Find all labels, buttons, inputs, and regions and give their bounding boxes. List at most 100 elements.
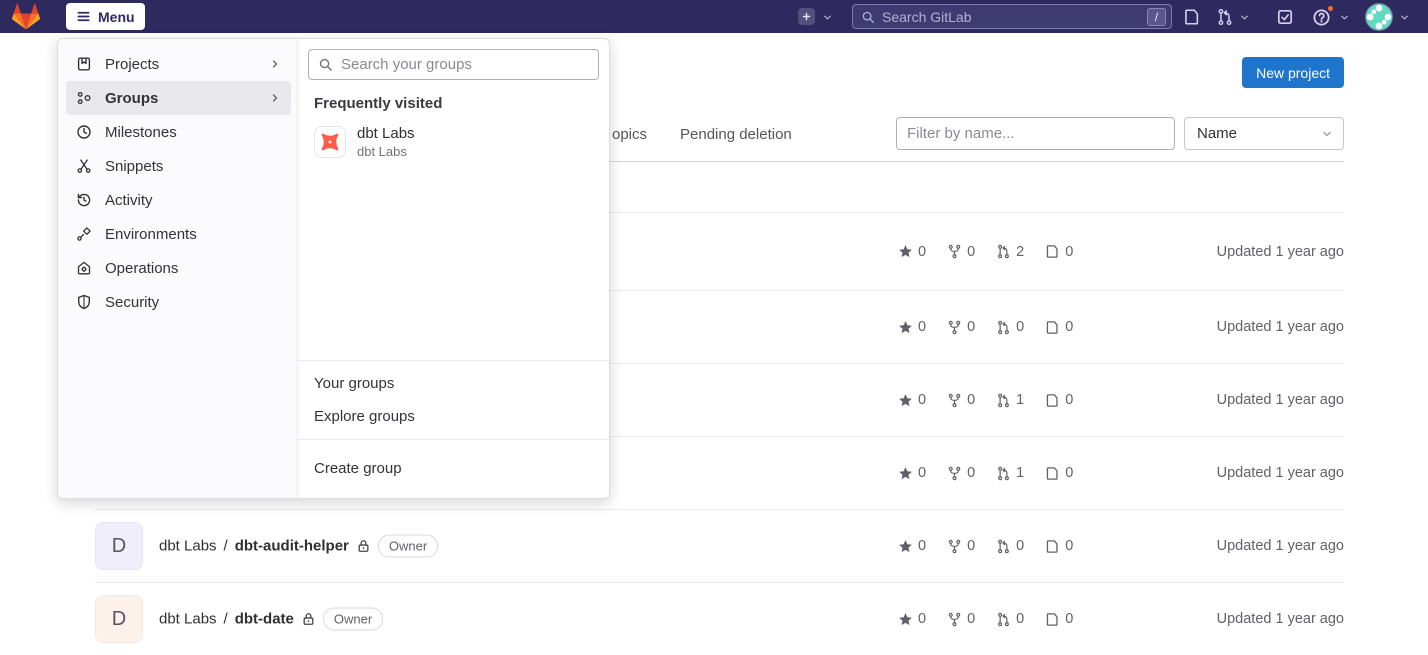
tab-pending-deletion[interactable]: Pending deletion [680,126,792,143]
merge-requests-stat[interactable]: 0 [996,538,1024,554]
updated-timestamp: Updated 1 year ago [1217,611,1344,627]
search-groups-input[interactable]: Search your groups [308,49,599,80]
merge-requests-stat[interactable]: 2 [996,244,1024,260]
menu-item-milestones[interactable]: Milestones [66,115,291,149]
forks-stat[interactable]: 0 [947,465,975,481]
project-icon [76,56,92,72]
filter-by-name-input[interactable] [896,117,1175,150]
forks-stat[interactable]: 0 [947,392,975,408]
menu-item-environments[interactable]: Environments [66,217,291,251]
project-stats: 0 0 0 0 [898,319,1073,335]
issues-stat[interactable]: 0 [1045,392,1073,408]
menu-item-snippets[interactable]: Snippets [66,149,291,183]
merge-request-icon [996,244,1011,259]
search-placeholder: Search GitLab [882,9,1140,25]
issues-icon[interactable] [1183,8,1201,26]
new-menu-button[interactable] [798,8,815,25]
merge-request-icon [996,320,1011,335]
frequent-group-dbt-labs[interactable]: dbt Labs dbt Labs [314,125,593,159]
frequently-visited-heading: Frequently visited [314,95,593,112]
stars-stat[interactable]: 0 [898,465,926,481]
merge-requests-stat[interactable]: 0 [996,611,1024,627]
chevron-down-icon [1321,128,1333,140]
shield-icon [76,294,92,310]
menu-item-operations[interactable]: Operations [66,251,291,285]
owner-badge: Owner [378,535,438,558]
stars-stat[interactable]: 0 [898,611,926,627]
merge-requests-icon[interactable] [1216,8,1234,26]
fork-icon [947,466,962,481]
project-title: dbt-audit-helper [235,538,349,555]
star-icon [898,393,913,408]
your-groups-link[interactable]: Your groups [298,367,609,400]
gitlab-logo-icon[interactable] [12,3,40,30]
table-row: D dbt Labs / dbt-audit-helper Owner 0 0 … [95,509,1344,582]
star-icon [898,539,913,554]
issues-stat[interactable]: 0 [1045,611,1073,627]
issues-stat[interactable]: 0 [1045,465,1073,481]
issues-stat[interactable]: 0 [1045,319,1073,335]
sort-dropdown[interactable]: Name [1184,117,1344,150]
updated-timestamp: Updated 1 year ago [1217,465,1344,481]
owner-badge: Owner [323,608,383,631]
forks-stat[interactable]: 0 [947,244,975,260]
user-avatar[interactable] [1366,4,1392,30]
project-stats: 0 0 0 0 [898,611,1073,627]
create-group-link[interactable]: Create group [298,446,609,490]
menu-item-groups[interactable]: Groups [66,81,291,115]
menu-items-column: Projects Groups Milestones Snippets Acti… [58,39,298,498]
menu-item-projects[interactable]: Projects [66,47,291,81]
namespace-separator: / [224,611,228,628]
fork-icon [947,244,962,259]
issues-icon [1045,393,1060,408]
operations-icon [76,260,92,276]
hamburger-icon [76,9,91,24]
issues-stat[interactable]: 0 [1045,538,1073,554]
project-title: dbt-date [235,611,294,628]
merge-request-icon [996,539,1011,554]
stars-stat[interactable]: 0 [898,392,926,408]
groups-icon [76,90,92,106]
project-stats: 0 0 1 0 [898,392,1073,408]
explore-groups-link[interactable]: Explore groups [298,400,609,433]
forks-stat[interactable]: 0 [947,611,975,627]
clock-icon [76,124,92,140]
tab-topics[interactable]: opics [612,126,647,143]
menu-item-activity[interactable]: Activity [66,183,291,217]
merge-request-icon [996,393,1011,408]
issues-icon [1045,612,1060,627]
menu-button[interactable]: Menu [66,3,145,30]
merge-requests-chevron-down-icon[interactable] [1239,12,1250,23]
table-row: D dbt Labs / dbt-date Owner 0 0 0 0 Upda… [95,582,1344,655]
merge-requests-stat[interactable]: 1 [996,465,1024,481]
forks-stat[interactable]: 0 [947,319,975,335]
project-name[interactable]: dbt Labs / dbt-date Owner [159,608,383,631]
fork-icon [947,539,962,554]
stars-stat[interactable]: 0 [898,244,926,260]
stars-stat[interactable]: 0 [898,319,926,335]
user-menu-chevron-down-icon[interactable] [1399,12,1410,23]
search-shortcut-key: / [1147,8,1166,26]
issues-stat[interactable]: 0 [1045,244,1073,260]
global-search-field[interactable]: Search GitLab / [852,4,1172,29]
project-avatar[interactable]: D [95,595,143,643]
project-name[interactable]: dbt Labs / dbt-audit-helper Owner [159,535,438,558]
project-namespace: dbt Labs [159,538,217,555]
new-menu-chevron-down-icon[interactable] [822,12,833,23]
merge-requests-stat[interactable]: 1 [996,392,1024,408]
search-groups-placeholder: Search your groups [341,56,472,73]
fork-icon [947,320,962,335]
help-chevron-down-icon[interactable] [1339,12,1350,23]
groups-flyout: Search your groups Frequently visited db… [298,39,609,498]
environment-icon [76,226,92,242]
lock-icon [356,539,371,554]
todos-check-icon[interactable] [1276,8,1294,26]
forks-stat[interactable]: 0 [947,538,975,554]
issues-icon [1045,244,1060,259]
group-title: dbt Labs [357,125,415,142]
stars-stat[interactable]: 0 [898,538,926,554]
menu-item-security[interactable]: Security [66,285,291,319]
project-avatar[interactable]: D [95,522,143,570]
merge-requests-stat[interactable]: 0 [996,319,1024,335]
new-project-button[interactable]: New project [1242,57,1344,88]
